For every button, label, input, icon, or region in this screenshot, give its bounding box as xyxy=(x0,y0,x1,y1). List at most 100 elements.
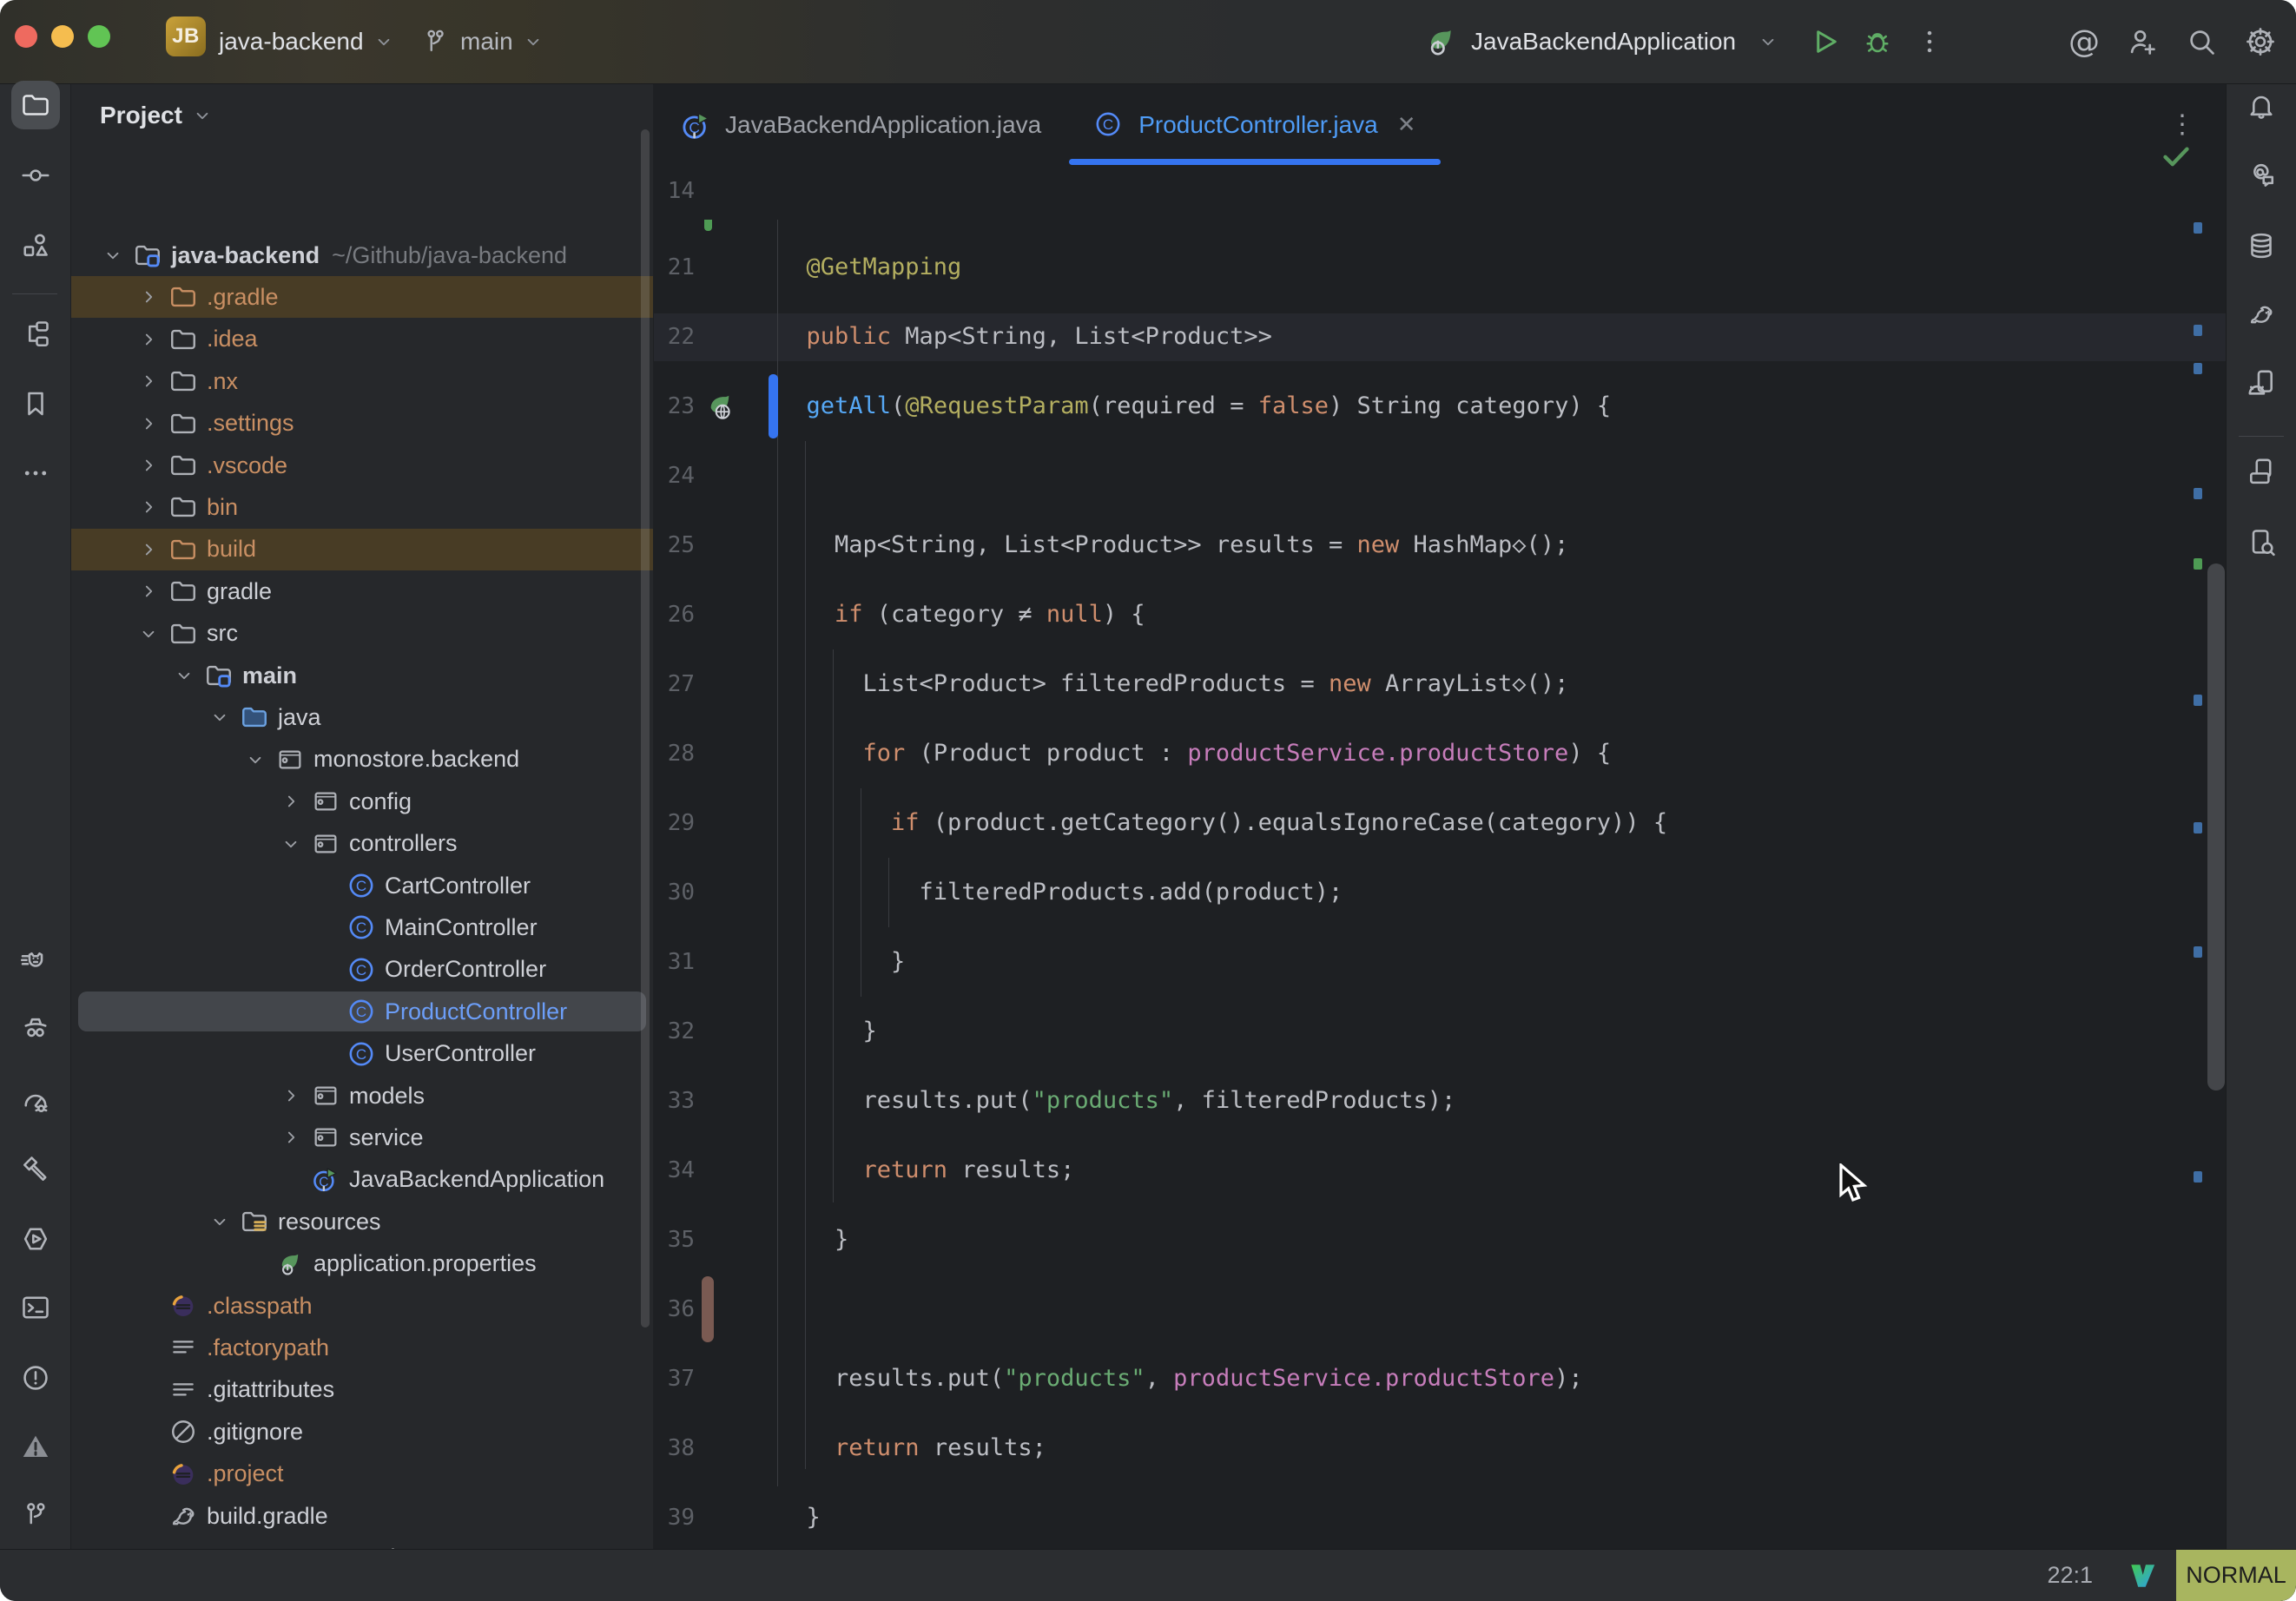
tab-javabackendapplication[interactable]: C JavaBackendApplication.java xyxy=(654,84,1067,165)
code-line-39[interactable]: 39} xyxy=(654,1483,2227,1550)
code-line-23[interactable]: 23getAll(@RequestParam(required = false)… xyxy=(654,372,2227,441)
zoom-window-button[interactable] xyxy=(88,25,110,48)
structure-icon[interactable] xyxy=(11,310,60,359)
chevron-right-icon[interactable] xyxy=(137,328,160,351)
tree-item--settings[interactable]: .settings xyxy=(71,403,653,445)
minimize-window-button[interactable] xyxy=(51,25,74,48)
tree-item--idea[interactable]: .idea xyxy=(71,319,653,360)
project-folder-icon[interactable] xyxy=(11,81,60,129)
tree-item-config[interactable]: config xyxy=(71,781,653,822)
tree-item-usercontroller[interactable]: CUserController xyxy=(71,1033,653,1075)
running-devices-icon[interactable] xyxy=(2237,447,2286,496)
editor-scrollbar[interactable] xyxy=(2207,563,2225,1090)
vcs-stripe-mark[interactable] xyxy=(2194,1171,2202,1183)
vcs-stripe-mark[interactable] xyxy=(2194,695,2202,706)
warnings-icon[interactable] xyxy=(11,1422,60,1471)
tree-item-maincontroller[interactable]: CMainController xyxy=(71,906,653,948)
chevron-down-icon[interactable] xyxy=(244,748,267,771)
code-line-21[interactable]: 21@GetMapping xyxy=(654,233,2227,302)
tree-item-monostore-backend[interactable]: monostore.backend xyxy=(71,739,653,781)
notifications-icon[interactable] xyxy=(2237,81,2286,129)
close-tab-icon[interactable]: ✕ xyxy=(1397,111,1416,138)
tree-item-cartcontroller[interactable]: CCartController xyxy=(71,865,653,906)
code-line-33[interactable]: 33results.put("products", filteredProduc… xyxy=(654,1066,2227,1136)
chevron-right-icon[interactable] xyxy=(280,1126,302,1149)
code-line-34[interactable]: 34return results; xyxy=(654,1136,2227,1205)
chevron-down-icon[interactable] xyxy=(208,1210,231,1233)
tree-item-main[interactable]: main xyxy=(71,655,653,696)
tree-item-bin[interactable]: bin xyxy=(71,486,653,528)
code-line-37[interactable]: 37results.put("products", productService… xyxy=(654,1344,2227,1413)
vcs-stripe-mark[interactable] xyxy=(2194,363,2202,374)
tree-item-java[interactable]: java xyxy=(71,696,653,738)
code-line-38[interactable]: 38return results; xyxy=(654,1413,2227,1483)
ai-assistant-icon[interactable]: @ xyxy=(2068,24,2100,60)
code-line-31[interactable]: 31} xyxy=(654,927,2227,997)
chevron-down-icon[interactable] xyxy=(137,623,160,645)
tree-item--factorypath[interactable]: .factorypath xyxy=(71,1327,653,1368)
tree-item-models[interactable]: models xyxy=(71,1075,653,1117)
run-button[interactable] xyxy=(1805,22,1845,62)
device-manager-icon[interactable] xyxy=(2237,359,2286,407)
tree-item--gitignore[interactable]: .gitignore xyxy=(71,1411,653,1453)
terminal-icon[interactable] xyxy=(11,1283,60,1332)
device-explorer-icon[interactable] xyxy=(2237,518,2286,567)
settings-gear-icon[interactable] xyxy=(2244,25,2277,58)
vcs-stripe-mark[interactable] xyxy=(2194,325,2202,336)
close-window-button[interactable] xyxy=(15,25,37,48)
tree-item--gitattributes[interactable]: .gitattributes xyxy=(71,1369,653,1411)
tree-item-javabackendapplication[interactable]: CJavaBackendApplication xyxy=(71,1159,653,1201)
code-line-35[interactable]: 35} xyxy=(654,1205,2227,1275)
problems-icon[interactable] xyxy=(11,1354,60,1402)
ai-cat-assistant-icon[interactable] xyxy=(11,938,60,986)
code-line-29[interactable]: 29if (product.getCategory().equalsIgnore… xyxy=(654,788,2227,858)
tree-item-build[interactable]: build xyxy=(71,529,653,570)
code-line-24[interactable]: 24 xyxy=(654,441,2227,511)
add-user-icon[interactable] xyxy=(2126,25,2159,58)
tree-item-changelog-md[interactable]: MCHANGELOG.md xyxy=(71,1537,653,1550)
build-icon[interactable] xyxy=(11,1145,60,1194)
tree-item--vscode[interactable]: .vscode xyxy=(71,445,653,486)
chevron-right-icon[interactable] xyxy=(137,454,160,477)
code-line-36[interactable]: 36 xyxy=(654,1275,2227,1344)
code-line-28[interactable]: 28for (Product product : productService.… xyxy=(654,719,2227,788)
debug-button[interactable] xyxy=(1857,22,1897,62)
chevron-right-icon[interactable] xyxy=(137,412,160,435)
project-panel-header[interactable]: Project xyxy=(100,91,214,140)
chevron-right-icon[interactable] xyxy=(137,370,160,392)
vim-plugin-icon[interactable] xyxy=(2128,1561,2157,1591)
code-line-26[interactable]: 26if (category ≠ null) { xyxy=(654,580,2227,649)
gradle-icon[interactable] xyxy=(2237,290,2286,339)
code-editor[interactable]: 21@GetMapping22public Map<String, List<P… xyxy=(654,220,2227,1550)
tree-item-src[interactable]: src xyxy=(71,613,653,655)
vcs-stripe-mark[interactable] xyxy=(2194,488,2202,499)
commit-icon[interactable] xyxy=(11,151,60,200)
vcs-stripe-mark[interactable] xyxy=(2194,822,2202,833)
tree-item--gradle[interactable]: .gradle xyxy=(71,276,653,318)
tree-item-java-backend[interactable]: java-backend~/Github/java-backend xyxy=(71,234,653,276)
version-control-icon[interactable] xyxy=(11,1491,60,1539)
tree-item-application-properties[interactable]: application.properties xyxy=(71,1243,653,1285)
incognito-icon[interactable] xyxy=(11,1005,60,1053)
chevron-right-icon[interactable] xyxy=(280,1084,302,1107)
tree-item-ordercontroller[interactable]: COrderController xyxy=(71,949,653,991)
tree-item--classpath[interactable]: .classpath xyxy=(71,1285,653,1327)
tree-item-productcontroller[interactable]: CProductController xyxy=(71,991,653,1032)
chevron-right-icon[interactable] xyxy=(137,538,160,561)
chevron-down-icon[interactable] xyxy=(173,664,195,687)
search-icon[interactable] xyxy=(2185,25,2218,58)
code-line-30[interactable]: 30filteredProducts.add(product); xyxy=(654,858,2227,927)
chevron-right-icon[interactable] xyxy=(137,580,160,603)
chevron-down-icon[interactable] xyxy=(102,244,124,267)
database-icon[interactable] xyxy=(2237,221,2286,270)
run-configuration-selector[interactable]: JavaBackendApplication xyxy=(1471,28,1736,56)
profiler-icon[interactable] xyxy=(11,1077,60,1125)
tree-item-resources[interactable]: resources xyxy=(71,1201,653,1242)
tree-scrollbar[interactable] xyxy=(641,129,650,1328)
tree-item--project[interactable]: .project xyxy=(71,1453,653,1495)
chevron-down-icon[interactable] xyxy=(280,833,302,855)
vcs-stripe-mark[interactable] xyxy=(2194,222,2202,234)
project-selector[interactable]: java-backend xyxy=(219,0,395,83)
code-line-27[interactable]: 27List<Product> filteredProducts = new A… xyxy=(654,649,2227,719)
vcs-stripe-mark[interactable] xyxy=(2194,946,2202,958)
